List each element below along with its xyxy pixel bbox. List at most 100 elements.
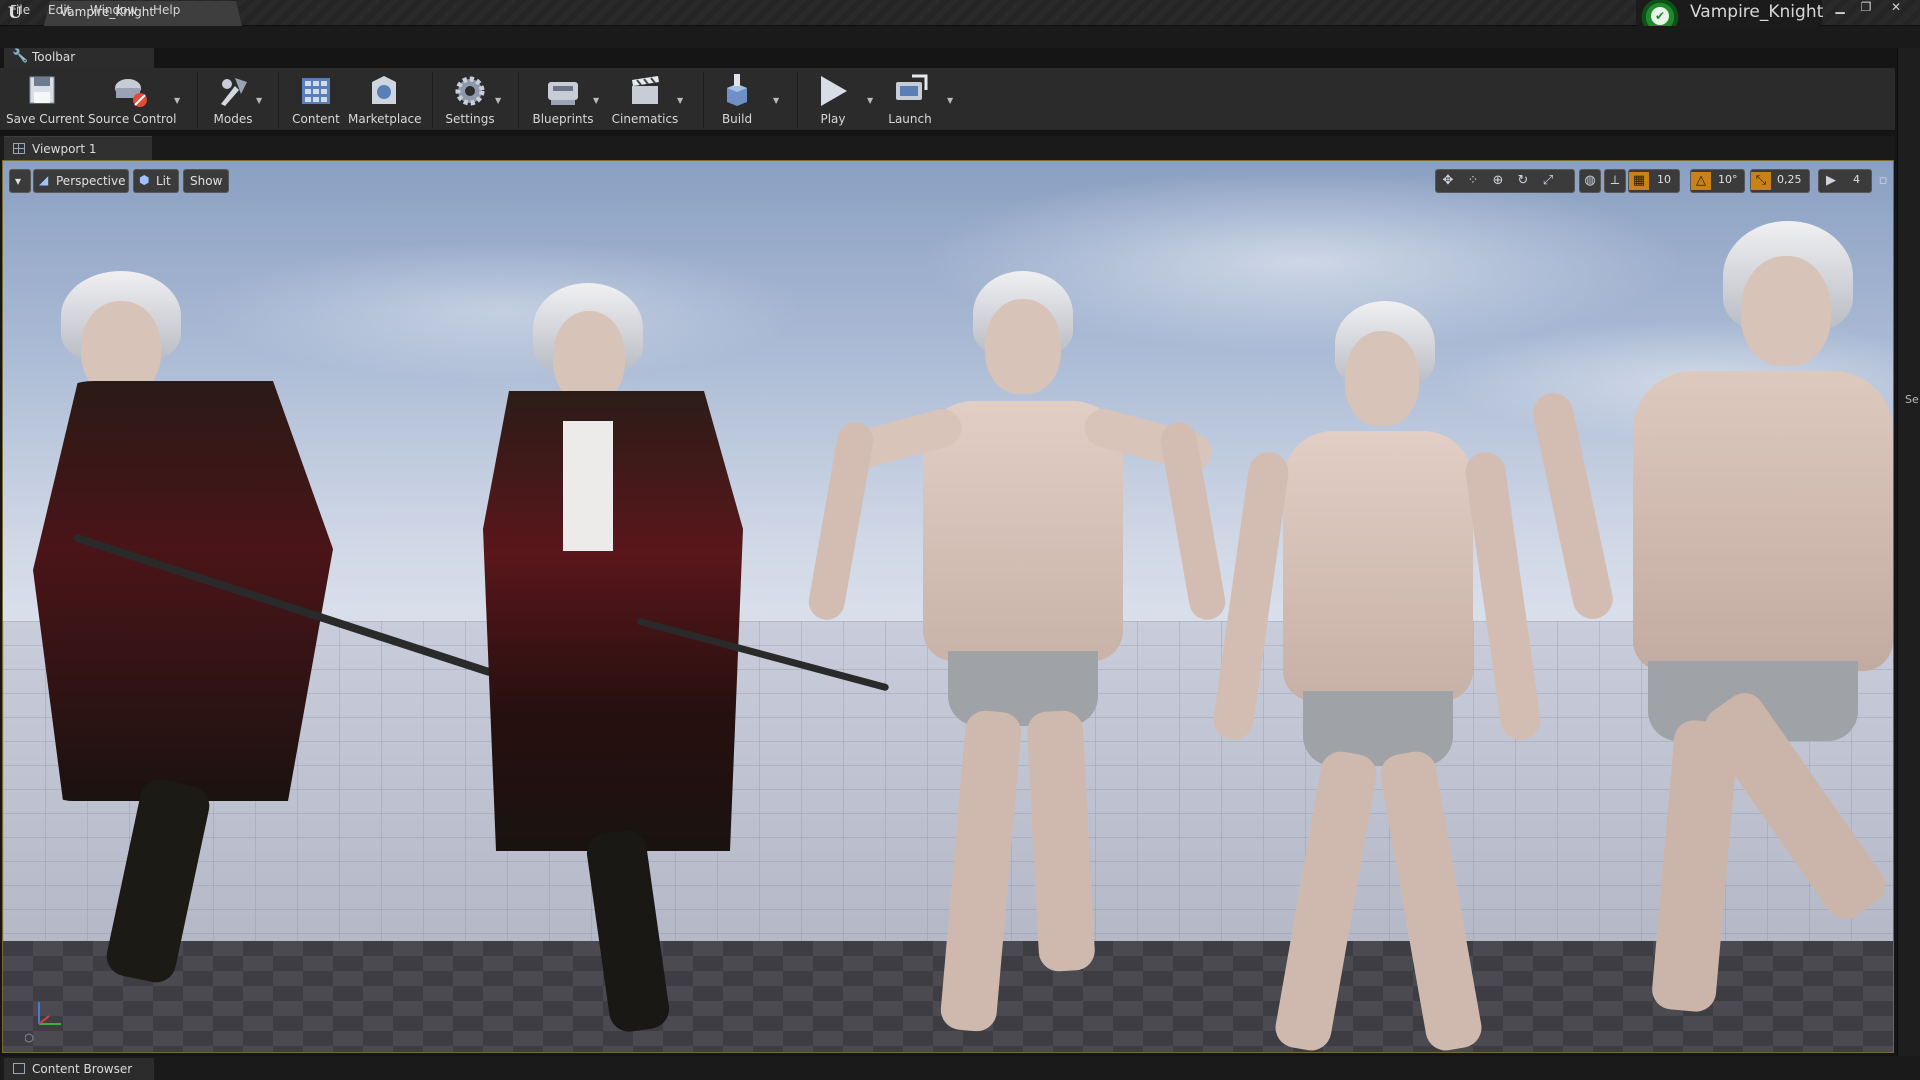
- rotation-snap-icon: △: [1691, 172, 1711, 190]
- lit-icon: ⬢: [139, 173, 150, 187]
- toolbar-separator: [703, 72, 704, 128]
- toolbar-panel-tab[interactable]: 🔧 Toolbar: [4, 48, 154, 68]
- blueprints-label: Blueprints: [532, 112, 594, 126]
- rotation-snap-control[interactable]: △ 10°: [1690, 169, 1745, 193]
- camera-speed-control[interactable]: ▶ 4: [1818, 169, 1872, 193]
- move-tool-icon[interactable]: ✥: [1438, 172, 1458, 190]
- armored-knight-character-1[interactable]: [3, 261, 494, 987]
- build-dropdown-icon[interactable]: ▼: [773, 96, 783, 106]
- source-control-icon: [115, 79, 147, 107]
- base-body-character-4[interactable]: [1211, 301, 1543, 1052]
- close-icon[interactable]: ✕: [1885, 0, 1907, 16]
- base-body-character-5[interactable]: [1529, 221, 1893, 1014]
- content-browser-tab[interactable]: Content Browser: [4, 1058, 154, 1080]
- lit-button[interactable]: ⬢ Lit: [133, 169, 179, 193]
- surface-snap-icon: ⟂: [1610, 173, 1620, 188]
- source-control-label: Source Control: [88, 112, 177, 126]
- menu-file[interactable]: File: [10, 3, 30, 17]
- armored-knight-character-2[interactable]: [463, 271, 890, 1035]
- save-current-button[interactable]: Save Current: [6, 72, 85, 130]
- grid-snap-control[interactable]: ▦ 10: [1628, 169, 1680, 193]
- viewport-tab[interactable]: Viewport 1: [4, 136, 152, 160]
- build-icon: [727, 74, 747, 106]
- toolbar-separator: [797, 72, 798, 128]
- rotate-gizmo-icon[interactable]: ⊕: [1488, 172, 1508, 190]
- build-label: Build: [721, 112, 753, 126]
- rotate-tool-icon[interactable]: ↻: [1513, 172, 1533, 190]
- toolbar-separator: [432, 72, 433, 128]
- menu-help[interactable]: Help: [153, 3, 180, 17]
- cinematics-dropdown-icon[interactable]: ▼: [677, 96, 687, 106]
- surface-snap-toggle[interactable]: ⟂: [1604, 169, 1626, 193]
- maximize-viewport-icon[interactable]: ▫: [1873, 172, 1893, 190]
- marketplace-icon: [372, 76, 396, 104]
- marketplace-label: Marketplace: [348, 112, 422, 126]
- lit-label: Lit: [156, 174, 171, 188]
- cinematics-button[interactable]: Cinematics: [610, 72, 680, 130]
- content-label: Content: [292, 112, 340, 126]
- title-bar: [0, 0, 1920, 26]
- bottom-tab-strip: [0, 1056, 1920, 1080]
- menu-bar: [0, 26, 1920, 48]
- perspective-icon: ◢: [39, 173, 49, 187]
- settings-label: Settings: [445, 112, 495, 126]
- perspective-button[interactable]: ◢ Perspective: [33, 169, 129, 193]
- world-local-toggle[interactable]: ◍: [1579, 169, 1601, 193]
- grid-snap-value: 10: [1657, 173, 1671, 186]
- select-tool-icon[interactable]: ⁘: [1463, 172, 1483, 190]
- toolbar-separator: [197, 72, 198, 128]
- launch-button[interactable]: Launch: [884, 72, 936, 130]
- content-browser-icon: [13, 1063, 25, 1074]
- scale-snap-control[interactable]: ⤡ 0,25: [1750, 169, 1810, 193]
- modes-icon: [221, 78, 247, 106]
- cinematics-icon: [632, 76, 659, 104]
- axis-gizmo-icon: [25, 1002, 61, 1043]
- content-button[interactable]: Content: [288, 72, 344, 130]
- blueprints-icon: [548, 82, 578, 105]
- toolbar-tab-label: Toolbar: [32, 50, 76, 64]
- show-label: Show: [190, 174, 223, 188]
- viewport-tab-label: Viewport 1: [32, 142, 97, 156]
- menu-edit[interactable]: Edit: [48, 3, 71, 17]
- wrench-icon: 🔧: [12, 49, 29, 64]
- build-button[interactable]: Build: [712, 72, 762, 130]
- modes-dropdown-icon[interactable]: ▼: [256, 96, 266, 106]
- scale-tool-icon[interactable]: ⤢: [1538, 172, 1558, 190]
- play-icon: [821, 76, 847, 106]
- modes-button[interactable]: Modes: [206, 72, 260, 130]
- content-browser-label: Content Browser: [32, 1062, 133, 1076]
- viewport-grid-icon: [13, 143, 25, 154]
- modes-label: Modes: [213, 112, 253, 126]
- show-button[interactable]: Show: [183, 169, 229, 193]
- launch-label: Launch: [888, 112, 932, 126]
- launch-dropdown-icon[interactable]: ▼: [947, 96, 957, 106]
- toolbar-separator: [518, 72, 519, 128]
- play-button[interactable]: Play: [808, 72, 858, 130]
- base-body-character-3[interactable]: [805, 271, 1229, 1033]
- save-current-label: Save Current: [6, 112, 85, 126]
- play-label: Play: [820, 112, 846, 126]
- cinematics-label: Cinematics: [611, 112, 679, 126]
- right-rail-label[interactable]: Se: [1905, 393, 1919, 406]
- settings-dropdown-icon[interactable]: ▼: [495, 96, 505, 106]
- source-control-dropdown-icon[interactable]: ▼: [174, 96, 184, 106]
- restore-icon[interactable]: ❐: [1855, 0, 1877, 16]
- viewport-options-dropdown-icon[interactable]: ▾: [9, 169, 31, 193]
- minimize-icon[interactable]: ▁: [1829, 0, 1851, 16]
- level-viewport[interactable]: ▾ ◢ Perspective ⬢ Lit Show ✥ ⁘ ⊕ ↻ ⤢ ◍ ⟂…: [2, 160, 1894, 1053]
- rotation-snap-value: 10°: [1718, 173, 1738, 186]
- menu-window[interactable]: Window: [90, 3, 137, 17]
- blueprints-button[interactable]: Blueprints: [530, 72, 596, 130]
- settings-button[interactable]: Settings: [442, 72, 498, 130]
- content-icon: [302, 78, 330, 104]
- toolbar-separator: [278, 72, 279, 128]
- document-tab[interactable]: Vampire_Knight: [44, 1, 242, 26]
- grid-snap-icon: ▦: [1629, 172, 1649, 190]
- marketplace-button[interactable]: Marketplace: [348, 72, 422, 130]
- camera-icon: ▶: [1826, 173, 1836, 188]
- play-dropdown-icon[interactable]: ▼: [867, 96, 877, 106]
- source-control-button[interactable]: Source Control: [88, 72, 177, 130]
- save-icon: [29, 76, 55, 104]
- blueprints-dropdown-icon[interactable]: ▼: [593, 96, 603, 106]
- perspective-label: Perspective: [56, 174, 126, 188]
